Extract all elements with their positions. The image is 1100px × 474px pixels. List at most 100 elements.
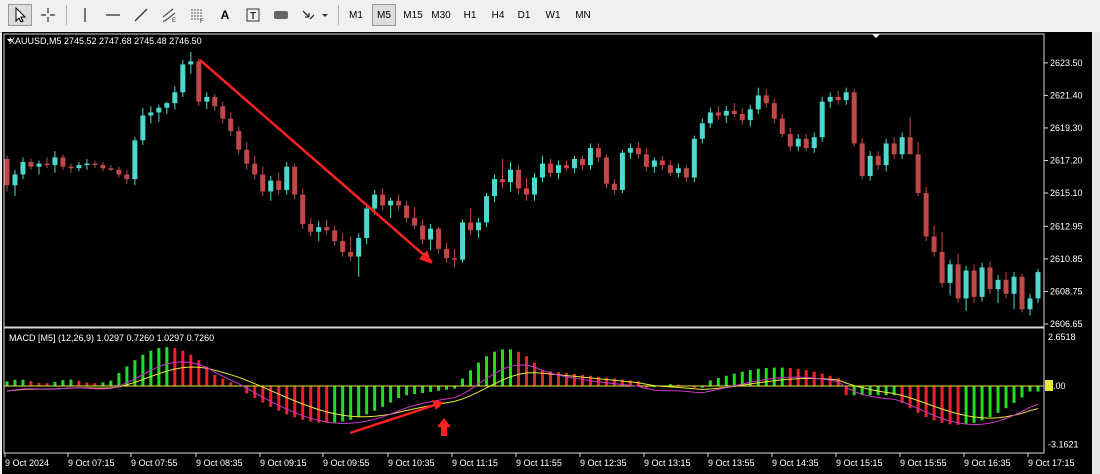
candle-body	[611, 183, 617, 190]
candle-body	[428, 228, 434, 240]
candle-body	[212, 96, 218, 107]
candle-body	[140, 115, 146, 141]
vertical-scrollbar[interactable]	[1092, 32, 1100, 474]
chart-svg[interactable]: XAUUSD,M5 2745.52 2747.68 2745.48 2746.5…	[0, 0, 1100, 474]
candle-body	[292, 166, 298, 195]
candle-body	[843, 92, 849, 101]
candle-body	[156, 107, 162, 113]
candle-body	[723, 110, 729, 116]
candle-body	[651, 160, 657, 167]
candle-body	[196, 61, 202, 102]
price-scale-label: 2619.30	[1050, 123, 1083, 133]
candle-body	[492, 179, 498, 197]
up-arrow-icon	[437, 418, 451, 436]
price-scale-label: 2615.10	[1050, 188, 1083, 198]
candle-body	[1019, 276, 1025, 310]
candle-body	[332, 230, 338, 242]
candle-body	[36, 163, 42, 167]
candle-body	[675, 168, 681, 173]
candle-body	[531, 177, 537, 195]
candle-body	[348, 251, 354, 257]
time-axis-label: 9 Oct 16:35	[964, 458, 1011, 468]
candle-body	[68, 166, 74, 169]
time-axis-label: 9 Oct 11:15	[452, 458, 498, 468]
time-axis-label: 9 Oct 07:55	[131, 458, 178, 468]
candle-body	[987, 267, 993, 290]
time-axis-label: 9 Oct 2024	[5, 458, 49, 468]
macd-annotation-trendline	[349, 402, 439, 435]
candle-body	[28, 162, 34, 167]
candle-body	[460, 222, 466, 260]
candle-body	[907, 137, 913, 155]
candle-body	[523, 188, 529, 195]
candle-body	[819, 101, 825, 138]
candle-body	[715, 112, 721, 116]
candle-body	[971, 270, 977, 297]
macd-main-line	[6, 361, 1039, 426]
candle-body	[396, 200, 402, 206]
price-scale-label: 2621.40	[1050, 90, 1083, 100]
candle-body	[476, 222, 482, 231]
candle-body	[300, 194, 306, 225]
candle-body	[44, 163, 50, 166]
candle-body	[84, 163, 90, 166]
candle-body	[731, 110, 737, 114]
candle-body	[691, 138, 697, 178]
candle-body	[891, 143, 897, 155]
price-scale-label: 2623.50	[1050, 58, 1083, 68]
time-axis-label: 9 Oct 13:55	[708, 458, 755, 468]
candle-body	[859, 143, 865, 176]
candle-body	[779, 118, 785, 135]
main-chart-border	[3, 33, 1045, 328]
candle-body	[763, 95, 769, 104]
candle-body	[364, 208, 370, 238]
candle-body	[76, 165, 82, 169]
candle-body	[356, 237, 362, 257]
candle-body	[587, 148, 593, 166]
candle-body	[883, 143, 889, 166]
candle-body	[228, 118, 234, 132]
candle-body	[188, 61, 194, 65]
candle-body	[979, 267, 985, 297]
time-axis-label: 9 Oct 12:35	[580, 458, 627, 468]
time-axis-label: 9 Oct 15:55	[900, 458, 947, 468]
price-scale-label: 2606.65	[1050, 319, 1083, 329]
candle-body	[20, 162, 26, 175]
candle-body	[92, 163, 98, 166]
candle-body	[875, 155, 881, 166]
candle-body	[12, 174, 18, 186]
candle-body	[52, 157, 58, 166]
candle-body	[1027, 298, 1033, 310]
candle-body	[699, 123, 705, 139]
candle-body	[132, 140, 138, 180]
candle-body	[547, 163, 553, 173]
price-scale-label: 2617.20	[1050, 155, 1083, 165]
candle-body	[1003, 279, 1009, 294]
candle-body	[380, 194, 386, 206]
candle-body	[388, 200, 394, 206]
price-scale-label: 2612.95	[1050, 221, 1083, 231]
candle-body	[923, 193, 929, 237]
candle-body	[516, 169, 522, 189]
macd-signal-line	[6, 366, 1039, 419]
candle-body	[995, 279, 1001, 290]
candle-body	[659, 160, 665, 166]
candle-body	[771, 103, 777, 119]
time-axis-label: 9 Oct 09:55	[323, 458, 370, 468]
macd-scale-label: -3.1621	[1048, 439, 1079, 449]
candle-body	[899, 137, 905, 155]
candle-body	[931, 236, 937, 252]
candle-body	[340, 241, 346, 252]
candle-body	[252, 163, 258, 175]
candle-body	[643, 154, 649, 167]
candle-body	[236, 131, 242, 150]
candle-body	[1011, 276, 1017, 294]
main-chart-label: XAUUSD,M5 2745.52 2747.68 2745.48 2746.5…	[9, 36, 202, 46]
candle-body	[468, 222, 474, 231]
candle-body	[108, 168, 114, 170]
macd-current-value-marker	[1045, 380, 1053, 391]
candle-body	[316, 227, 322, 232]
price-scale-label: 2608.75	[1050, 286, 1083, 296]
candle-body	[1035, 272, 1041, 299]
candle-body	[803, 138, 809, 149]
